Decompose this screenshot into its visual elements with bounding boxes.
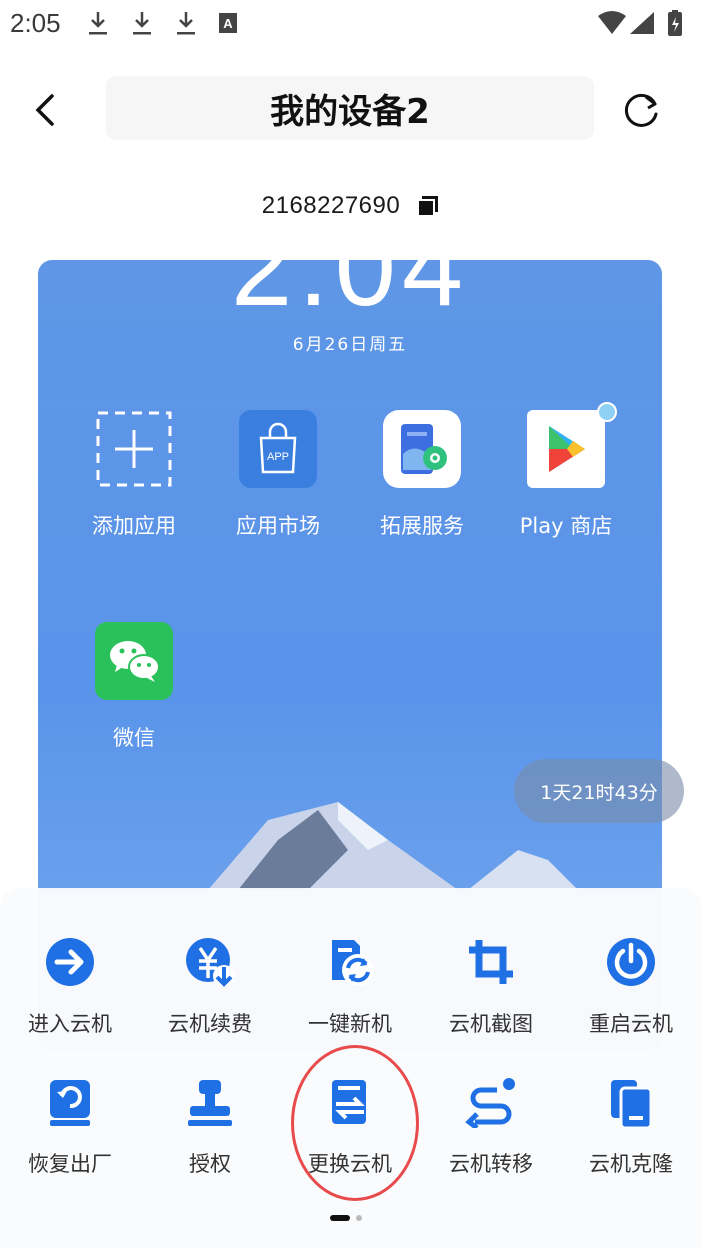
power-icon xyxy=(607,938,655,986)
app-market-icon: APP xyxy=(239,410,317,488)
svg-text:A: A xyxy=(223,16,233,31)
renew-yen-icon xyxy=(186,938,235,987)
refresh-icon xyxy=(624,93,658,127)
app-extension[interactable]: 拓展服务 xyxy=(352,410,492,540)
action-label: 授权 xyxy=(189,1152,231,1176)
play-store-icon xyxy=(527,402,617,488)
device-id-row: 2168227690 xyxy=(0,186,702,226)
status-bar: 2:05 A xyxy=(0,0,702,48)
action-label: 更换云机 xyxy=(308,1152,392,1176)
chevron-left-icon xyxy=(35,94,54,126)
clone-button[interactable]: 云机克隆 xyxy=(561,1076,701,1186)
page-indicator xyxy=(330,1214,362,1222)
action-label: 云机克隆 xyxy=(589,1152,673,1176)
action-label: 恢复出厂 xyxy=(28,1152,112,1176)
notification-dot xyxy=(597,402,617,422)
one-click-new-button[interactable]: 一键新机 xyxy=(280,936,420,1046)
control-panel: 进入云机 云机续费 一键新机 云机截图 重启云机 恢复出厂 授权 更换云机 云机… xyxy=(0,888,702,1248)
action-label: 云机转移 xyxy=(449,1152,533,1176)
transfer-button[interactable]: 云机转移 xyxy=(421,1076,561,1186)
status-time: 2:05 xyxy=(10,8,61,38)
download-icon xyxy=(88,10,108,36)
page-dot-active xyxy=(330,1215,350,1221)
enter-cloud-phone-button[interactable]: 进入云机 xyxy=(0,936,140,1046)
app-label: Play 商店 xyxy=(519,514,613,538)
action-label: 云机续费 xyxy=(168,1012,252,1036)
action-label: 进入云机 xyxy=(28,1012,112,1036)
refresh-button[interactable] xyxy=(612,82,672,138)
app-label: 拓展服务 xyxy=(380,514,464,538)
app-wechat[interactable]: 微信 xyxy=(64,622,204,752)
action-label: 云机截图 xyxy=(449,1012,533,1036)
factory-reset-button[interactable]: 恢复出厂 xyxy=(0,1076,140,1186)
app-label: 应用市场 xyxy=(236,514,320,538)
clone-icon xyxy=(611,1080,653,1130)
status-right xyxy=(596,10,692,38)
screen-date: 6月26日周五 xyxy=(292,335,408,355)
app-market[interactable]: APP 应用市场 xyxy=(208,410,348,540)
screenshot-button[interactable]: 云机截图 xyxy=(421,936,561,1046)
extension-service-icon xyxy=(383,410,461,488)
screen-clock: 2:04 xyxy=(230,260,470,329)
remaining-time-badge: 1天21时43分 xyxy=(514,759,684,823)
replace-device-icon xyxy=(332,1080,366,1124)
enter-arrow-icon xyxy=(46,938,94,986)
signal-icon xyxy=(630,12,654,34)
page-dot xyxy=(356,1215,362,1221)
transfer-icon xyxy=(465,1078,515,1130)
new-device-icon xyxy=(332,940,374,986)
page-title: 我的设备2 xyxy=(270,91,430,132)
renew-button[interactable]: 云机续费 xyxy=(140,936,280,1046)
wechat-icon xyxy=(95,622,173,700)
a-box-icon: A xyxy=(218,12,238,38)
download-icon xyxy=(132,10,152,36)
wifi-icon xyxy=(598,11,626,34)
app-add[interactable]: 添加应用 xyxy=(64,410,204,540)
stamp-icon xyxy=(188,1080,232,1126)
factory-reset-icon xyxy=(50,1080,90,1126)
crop-icon xyxy=(469,940,513,984)
svg-text:APP: APP xyxy=(267,451,289,463)
copy-icon[interactable] xyxy=(416,194,440,218)
app-label: 微信 xyxy=(113,726,155,750)
authorize-button[interactable]: 授权 xyxy=(140,1076,280,1186)
action-label: 重启云机 xyxy=(589,1012,673,1036)
add-app-icon xyxy=(95,410,173,488)
download-icon xyxy=(176,10,196,36)
device-id: 2168227690 xyxy=(261,192,401,219)
title-box: 我的设备2 xyxy=(106,76,594,140)
action-label: 一键新机 xyxy=(308,1012,392,1036)
header: 我的设备2 xyxy=(0,60,702,160)
battery-icon xyxy=(668,10,682,36)
back-button[interactable] xyxy=(20,80,70,140)
app-label: 添加应用 xyxy=(92,514,176,538)
app-play-store[interactable]: Play 商店 xyxy=(496,402,636,540)
replace-cloud-phone-button[interactable]: 更换云机 xyxy=(280,1076,420,1186)
reboot-button[interactable]: 重启云机 xyxy=(561,936,701,1046)
